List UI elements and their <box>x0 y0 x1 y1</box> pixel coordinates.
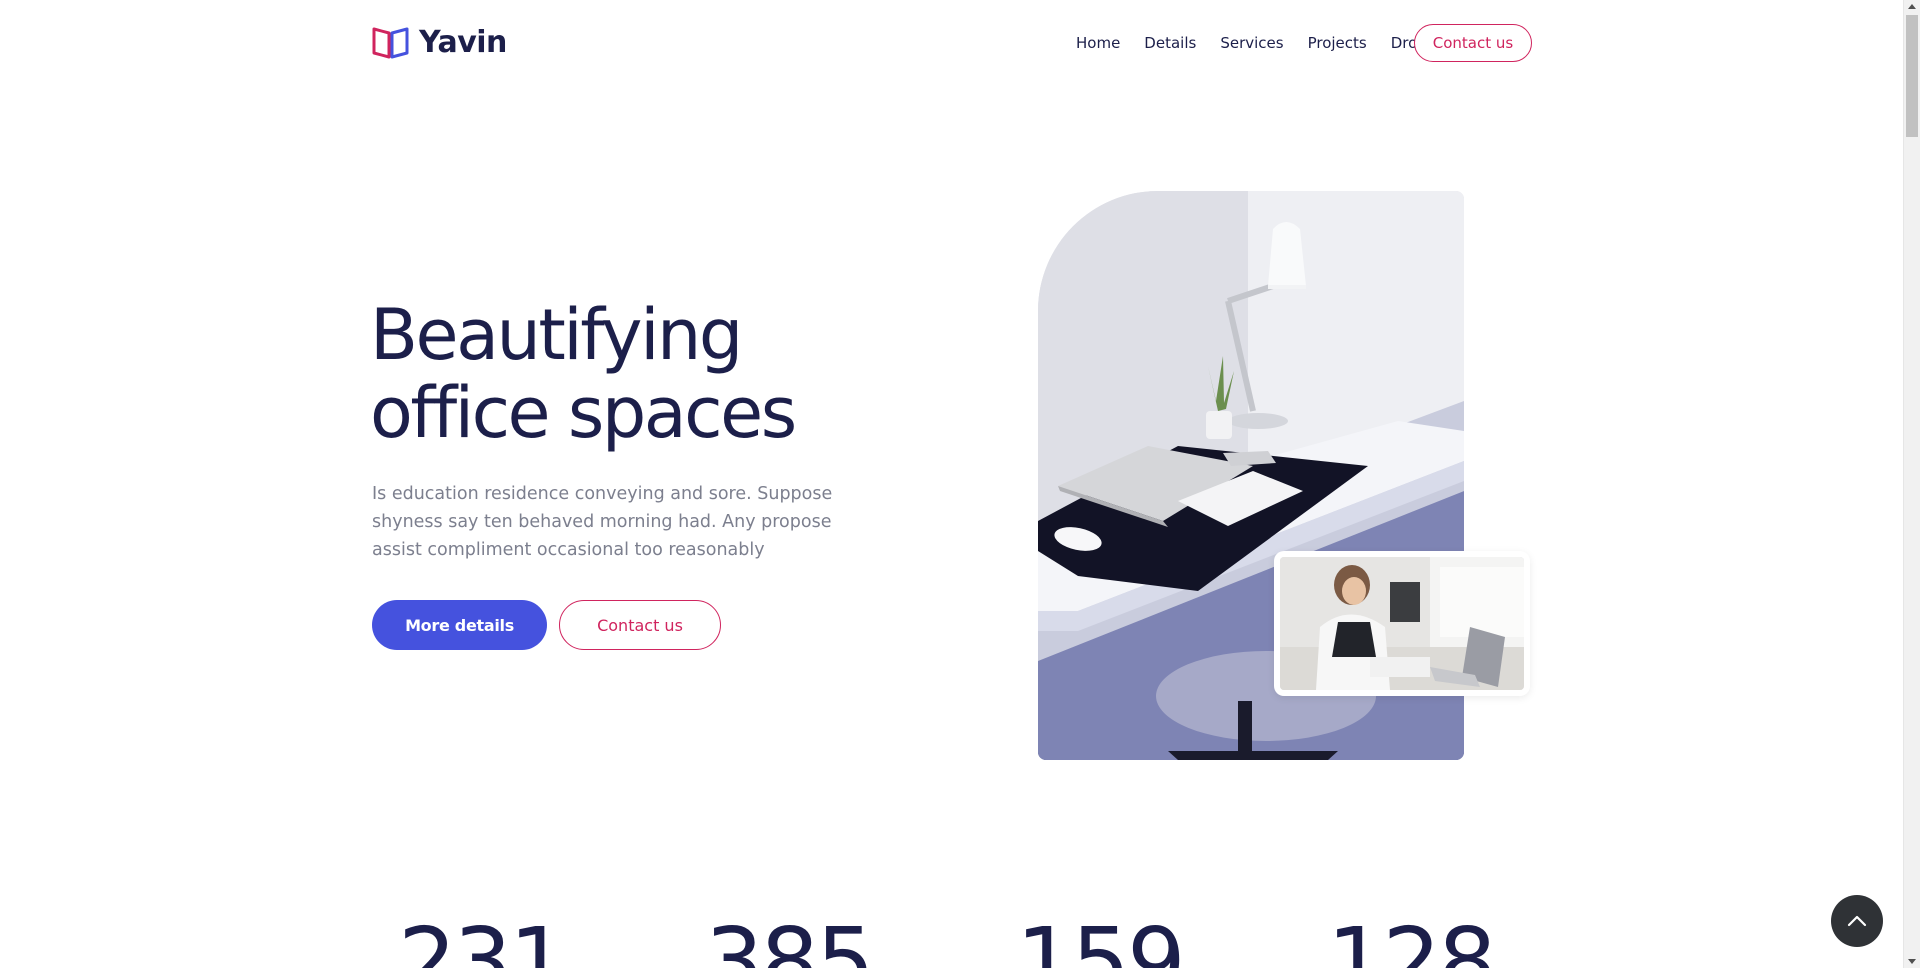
logo-icon <box>372 27 409 59</box>
brand-name: Yavin <box>419 24 507 60</box>
scroll-up-arrow-icon[interactable] <box>1908 4 1916 9</box>
stat-number-3: 159 <box>1016 908 1186 968</box>
woman-illustration <box>1280 557 1524 690</box>
stat-number-2: 385 <box>705 908 875 968</box>
chevron-up-icon <box>1847 915 1867 927</box>
woman-working-laptop-photo <box>1280 557 1524 690</box>
nav-link-details[interactable]: Details <box>1144 34 1196 52</box>
hero-title-line2: office spaces <box>370 372 797 454</box>
hero-description: Is education residence conveying and sor… <box>372 484 833 560</box>
stats-section: 231 385 159 128 <box>0 900 1920 968</box>
main-nav: Home Details Services Projects Drop <box>1076 32 1451 54</box>
contact-us-button[interactable]: Contact us <box>559 600 721 650</box>
nav-contact-button[interactable]: Contact us <box>1414 24 1532 62</box>
nav-link-home[interactable]: Home <box>1076 34 1120 52</box>
hero-title: Beautifying office spaces <box>370 296 930 452</box>
scroll-thumb[interactable] <box>1906 15 1918 137</box>
page: Yavin Home Details Services Projects Dro… <box>0 0 1920 968</box>
scroll-down-arrow-icon[interactable] <box>1908 959 1916 964</box>
inset-photo <box>1274 551 1530 696</box>
nav-link-projects[interactable]: Projects <box>1308 34 1367 52</box>
logo[interactable]: Yavin <box>372 22 507 62</box>
stat-number-1: 231 <box>398 908 568 968</box>
vertical-scrollbar[interactable] <box>1903 0 1920 968</box>
stat-number-4: 128 <box>1327 908 1497 968</box>
more-details-button[interactable]: More details <box>372 600 547 650</box>
hero-title-line1: Beautifying <box>370 294 743 376</box>
back-to-top-button[interactable] <box>1831 895 1883 947</box>
nav-link-services[interactable]: Services <box>1220 34 1283 52</box>
